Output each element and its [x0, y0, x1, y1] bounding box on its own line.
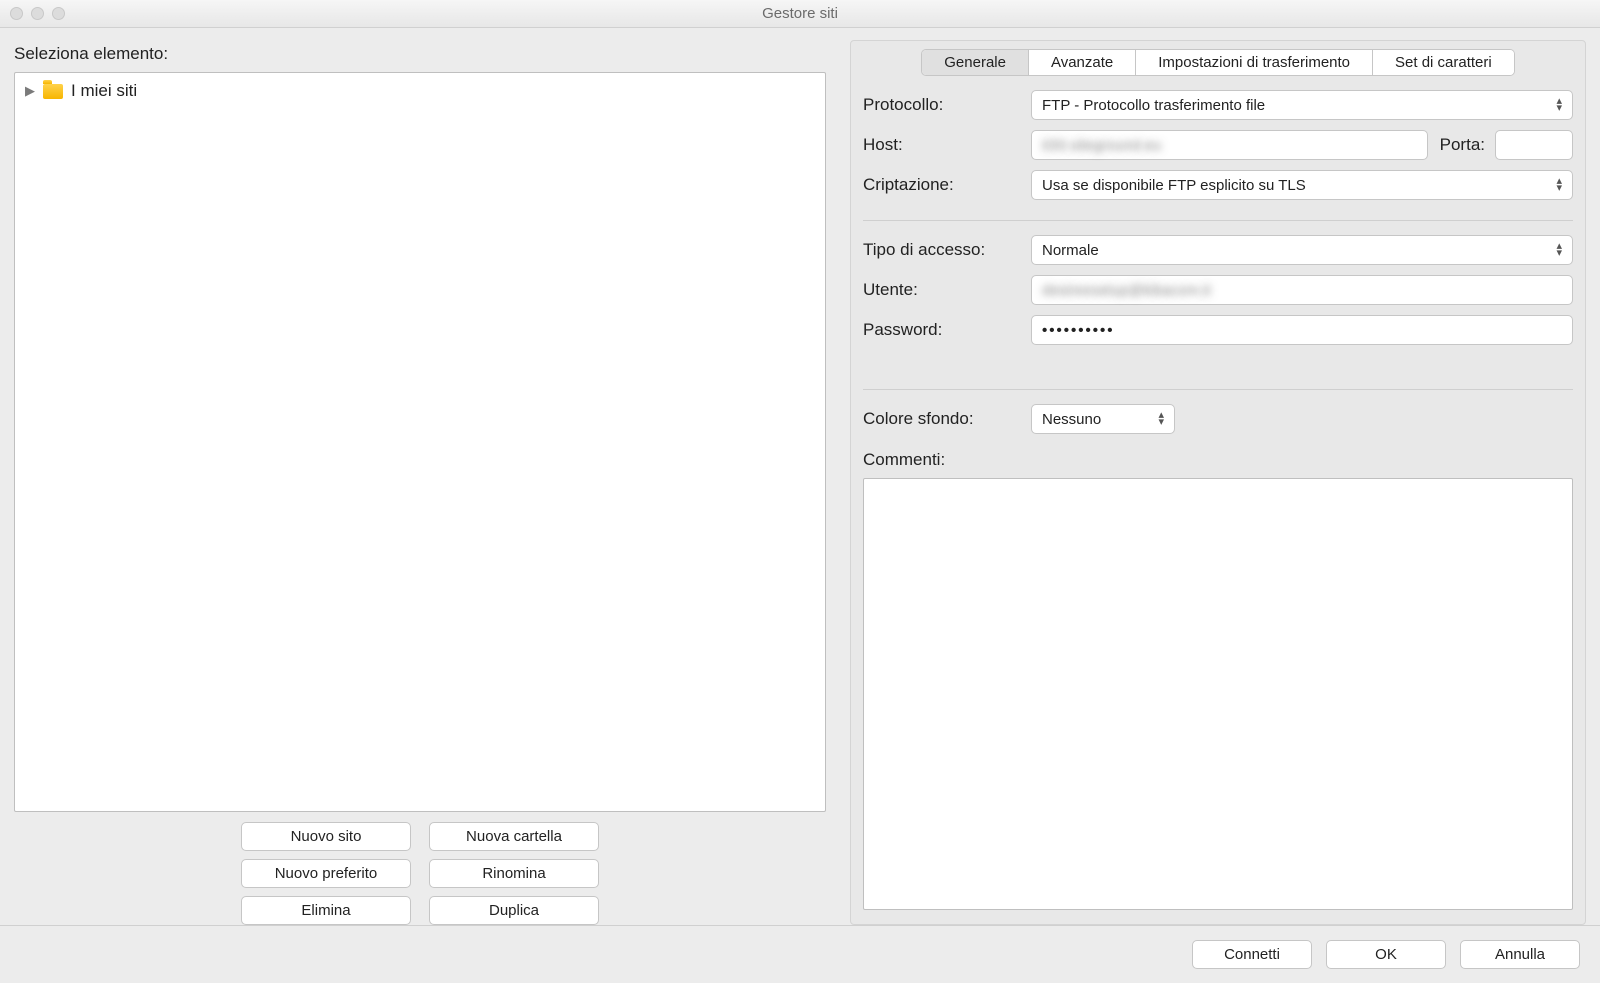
new-site-button[interactable]: Nuovo sito — [241, 822, 411, 851]
user-value: desireesetup@kibacom.it — [1042, 282, 1211, 299]
new-folder-button[interactable]: Nuova cartella — [429, 822, 599, 851]
chevron-up-down-icon: ▴▾ — [1556, 178, 1562, 192]
tab-transfer[interactable]: Impostazioni di trasferimento — [1136, 50, 1373, 75]
tab-advanced[interactable]: Avanzate — [1029, 50, 1136, 75]
port-label: Porta: — [1440, 135, 1485, 155]
tab-advanced-label: Avanzate — [1051, 54, 1113, 71]
encryption-value: Usa se disponibile FTP esplicito su TLS — [1042, 177, 1306, 194]
site-tree[interactable]: ▶ I miei siti — [14, 72, 826, 812]
duplicate-label: Duplica — [489, 902, 539, 919]
disclosure-triangle-icon[interactable]: ▶ — [25, 83, 35, 99]
bgcolor-value: Nessuno — [1042, 411, 1101, 428]
delete-button[interactable]: Elimina — [241, 896, 411, 925]
comments-label: Commenti: — [863, 450, 1573, 470]
tree-root-label: I miei siti — [71, 81, 137, 101]
tab-bar: Generale Avanzate Impostazioni di trasfe… — [921, 49, 1514, 76]
chevron-up-down-icon: ▴▾ — [1556, 243, 1562, 257]
logon-type-value: Normale — [1042, 242, 1099, 259]
new-folder-label: Nuova cartella — [466, 828, 562, 845]
user-label: Utente: — [863, 280, 1031, 300]
rename-button[interactable]: Rinomina — [429, 859, 599, 888]
new-site-label: Nuovo sito — [291, 828, 362, 845]
protocol-select[interactable]: FTP - Protocollo trasferimento file ▴▾ — [1031, 90, 1573, 120]
tree-root-item[interactable]: ▶ I miei siti — [25, 81, 815, 101]
chevron-up-down-icon: ▴▾ — [1556, 98, 1562, 112]
protocol-value: FTP - Protocollo trasferimento file — [1042, 97, 1265, 114]
connect-button[interactable]: Connetti — [1192, 940, 1312, 969]
new-bookmark-button[interactable]: Nuovo preferito — [241, 859, 411, 888]
encryption-select[interactable]: Usa se disponibile FTP esplicito su TLS … — [1031, 170, 1573, 200]
bgcolor-select[interactable]: Nessuno ▴▾ — [1031, 404, 1175, 434]
window-title: Gestore siti — [0, 5, 1600, 22]
connect-label: Connetti — [1224, 946, 1280, 963]
logon-type-select[interactable]: Normale ▴▾ — [1031, 235, 1573, 265]
logon-type-label: Tipo di accesso: — [863, 240, 1031, 260]
protocol-label: Protocollo: — [863, 95, 1031, 115]
tab-general[interactable]: Generale — [922, 50, 1029, 75]
comments-textarea[interactable] — [863, 478, 1573, 910]
new-bookmark-label: Nuovo preferito — [275, 865, 378, 882]
delete-label: Elimina — [301, 902, 350, 919]
tab-charset[interactable]: Set di caratteri — [1373, 50, 1514, 75]
tab-general-label: Generale — [944, 54, 1006, 71]
folder-icon — [43, 84, 63, 99]
ok-label: OK — [1375, 946, 1397, 963]
dialog-footer: Connetti OK Annulla — [0, 925, 1600, 983]
duplicate-button[interactable]: Duplica — [429, 896, 599, 925]
password-label: Password: — [863, 320, 1031, 340]
host-value: it30.siteground.eu — [1042, 137, 1161, 154]
host-input[interactable]: it30.siteground.eu — [1031, 130, 1428, 160]
tab-transfer-label: Impostazioni di trasferimento — [1158, 54, 1350, 71]
divider — [863, 389, 1573, 390]
cancel-label: Annulla — [1495, 946, 1545, 963]
cancel-button[interactable]: Annulla — [1460, 940, 1580, 969]
tab-charset-label: Set di caratteri — [1395, 54, 1492, 71]
password-value: •••••••••• — [1042, 322, 1115, 339]
bgcolor-label: Colore sfondo: — [863, 409, 1031, 429]
host-label: Host: — [863, 135, 1031, 155]
rename-label: Rinomina — [482, 865, 545, 882]
select-entry-label: Seleziona elemento: — [14, 44, 826, 64]
titlebar: Gestore siti — [0, 0, 1600, 28]
port-input[interactable] — [1495, 130, 1573, 160]
divider — [863, 220, 1573, 221]
password-input[interactable]: •••••••••• — [1031, 315, 1573, 345]
encryption-label: Criptazione: — [863, 175, 1031, 195]
port-value[interactable] — [1506, 137, 1562, 154]
user-input[interactable]: desireesetup@kibacom.it — [1031, 275, 1573, 305]
ok-button[interactable]: OK — [1326, 940, 1446, 969]
chevron-up-down-icon: ▴▾ — [1158, 412, 1164, 426]
